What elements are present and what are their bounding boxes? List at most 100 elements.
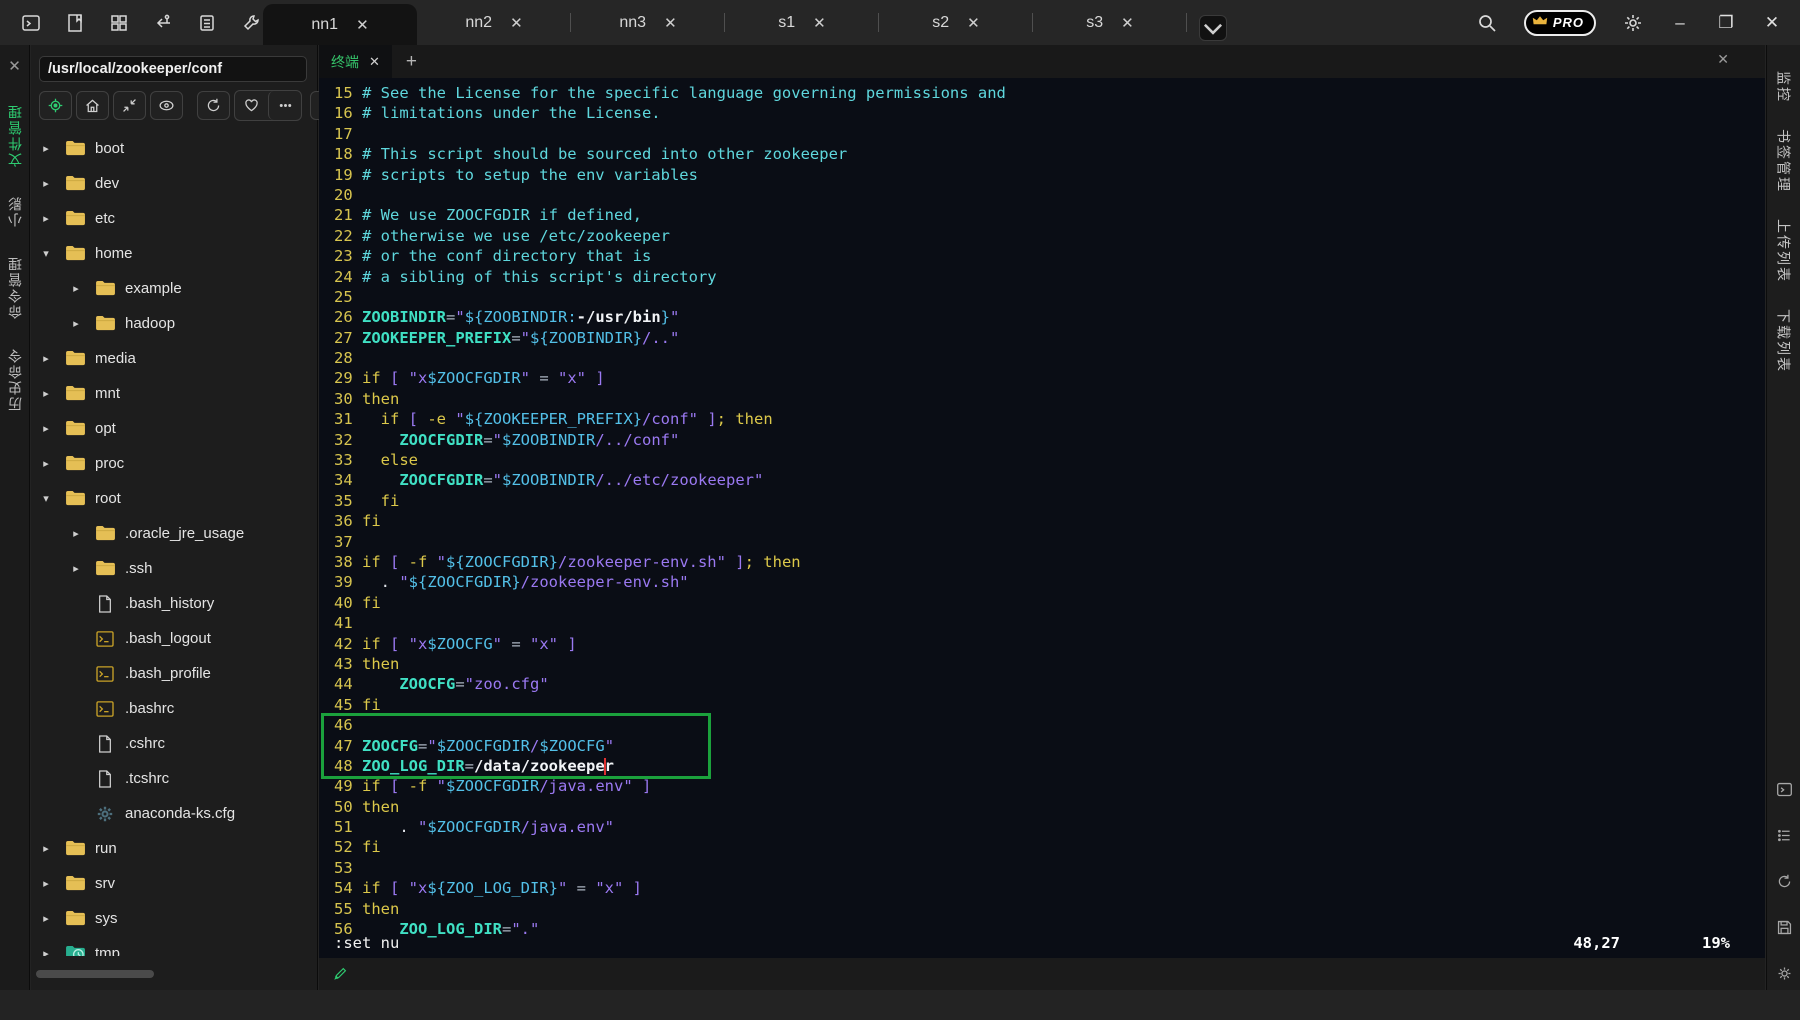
session-tab-s1[interactable]: s1 ✕ (725, 0, 879, 45)
chevron-right-icon[interactable]: ▸ (69, 562, 83, 575)
heart-button[interactable] (235, 91, 268, 120)
chevron-right-icon[interactable]: ▸ (69, 282, 83, 295)
pro-badge[interactable]: PRO (1524, 10, 1596, 36)
tree-item-label: srv (95, 875, 115, 892)
wrench-icon[interactable] (240, 12, 262, 34)
tab-close-icon[interactable]: ✕ (356, 16, 369, 34)
chevron-right-icon[interactable]: ▸ (69, 527, 83, 540)
tab-list-dropdown-button[interactable] (1199, 15, 1227, 41)
chevron-right-icon[interactable]: ▸ (39, 387, 53, 400)
tree-item-proc[interactable]: ▸ proc (31, 446, 317, 481)
settings-gear-icon[interactable] (1622, 12, 1644, 34)
refresh-icon[interactable] (1775, 872, 1793, 890)
tree-item-.bash_history[interactable]: .bash_history (31, 586, 317, 621)
tree-item-etc[interactable]: ▸ etc (31, 201, 317, 236)
right-rail-item-4[interactable]: 下载列表 (1774, 309, 1794, 373)
chevron-right-icon[interactable]: ▸ (39, 212, 53, 225)
chevron-right-icon[interactable]: ▸ (39, 947, 53, 956)
chevron-right-icon[interactable]: ▸ (39, 877, 53, 890)
tree-item-anaconda-ks.cfg[interactable]: anaconda-ks.cfg (31, 796, 317, 831)
tree-item-tmp[interactable]: ▸ tmp (31, 936, 317, 956)
session-tab-nn1[interactable]: nn1 ✕ (263, 4, 417, 45)
chevron-right-icon[interactable]: ▸ (69, 317, 83, 330)
tab-close-icon[interactable]: ✕ (813, 14, 826, 32)
tree-item-root[interactable]: ▾ root (31, 481, 317, 516)
chevron-down-icon[interactable]: ▾ (39, 492, 53, 505)
tree-item-mnt[interactable]: ▸ mnt (31, 376, 317, 411)
tree-item-.tcshrc[interactable]: .tcshrc (31, 761, 317, 796)
chevron-right-icon[interactable]: ▸ (39, 352, 53, 365)
session-tab-nn3[interactable]: nn3 ✕ (571, 0, 725, 45)
tree-item-hadoop[interactable]: ▸ hadoop (31, 306, 317, 341)
tree-item-sys[interactable]: ▸ sys (31, 901, 317, 936)
chevron-right-icon[interactable]: ▸ (39, 912, 53, 925)
new-terminal-tab-button[interactable]: + (406, 51, 417, 73)
more-button[interactable] (268, 91, 301, 120)
tree-item-home[interactable]: ▾ home (31, 236, 317, 271)
eye-button[interactable] (150, 91, 183, 120)
session-tab-s2[interactable]: s2 ✕ (879, 0, 1033, 45)
layout-grid-icon[interactable] (108, 12, 130, 34)
tree-item-srv[interactable]: ▸ srv (31, 866, 317, 901)
collapse-diagonal-button[interactable] (113, 91, 146, 120)
branch-icon[interactable] (152, 12, 174, 34)
save-icon[interactable] (1775, 918, 1793, 936)
gear-icon[interactable] (1775, 964, 1793, 982)
tree-item-dev[interactable]: ▸ dev (31, 166, 317, 201)
left-rail-item-1[interactable]: 文件管理 (5, 103, 25, 167)
tree-item-.oracle_jre_usage[interactable]: ▸ .oracle_jre_usage (31, 516, 317, 551)
code-line-31: 31 if [ -e "${ZOOKEEPER_PREFIX}/conf" ];… (334, 409, 1765, 429)
favorite-more-group (234, 90, 302, 121)
horizontal-scrollbar[interactable] (36, 970, 154, 978)
chevron-right-icon[interactable]: ▸ (39, 177, 53, 190)
close-button[interactable]: ✕ (1762, 13, 1782, 33)
session-tab-s3[interactable]: s3 ✕ (1033, 0, 1187, 45)
tab-close-icon[interactable]: ✕ (664, 14, 677, 32)
minimize-button[interactable]: – (1670, 13, 1690, 33)
refresh-button[interactable] (197, 91, 230, 120)
tree-item-.bash_logout[interactable]: .bash_logout (31, 621, 317, 656)
session-tab-nn2[interactable]: nn2 ✕ (417, 0, 571, 45)
tab-close-icon[interactable]: ✕ (1121, 14, 1134, 32)
terminal-icon[interactable] (20, 12, 42, 34)
tree-item-label: hadoop (125, 315, 175, 332)
tree-item-boot[interactable]: ▸ boot (31, 131, 317, 166)
chevron-right-icon[interactable]: ▸ (39, 457, 53, 470)
right-rail-item-1[interactable]: 监控 (1774, 71, 1794, 103)
chevron-right-icon[interactable]: ▸ (39, 142, 53, 155)
tree-item-media[interactable]: ▸ media (31, 341, 317, 376)
terminal-icon[interactable] (1775, 780, 1793, 798)
tree-item-example[interactable]: ▸ example (31, 271, 317, 306)
terminal-input-strip[interactable] (319, 958, 1765, 990)
terminal-tab[interactable]: 终端 ✕ (319, 45, 392, 78)
tree-item-.cshrc[interactable]: .cshrc (31, 726, 317, 761)
chevron-right-icon[interactable]: ▸ (39, 422, 53, 435)
file-bookmark-icon[interactable] (64, 12, 86, 34)
left-rail-item-2[interactable]: 小影 (5, 195, 25, 227)
terminal-panel-close-icon[interactable]: ✕ (1717, 51, 1729, 68)
home-button[interactable] (76, 91, 109, 120)
right-rail-item-2[interactable]: 书签管理 (1774, 129, 1794, 193)
code-line-51: 51 . "$ZOOCFGDIR/java.env" (334, 817, 1765, 837)
locate-target-button[interactable] (39, 91, 72, 120)
list-icon[interactable] (1775, 826, 1793, 844)
tree-item-.bash_profile[interactable]: .bash_profile (31, 656, 317, 691)
tab-close-icon[interactable]: ✕ (967, 14, 980, 32)
terminal-tab-close-icon[interactable]: ✕ (369, 54, 380, 70)
left-rail-item-3[interactable]: 命令管理 (5, 255, 25, 319)
left-rail-item-4[interactable]: 历史命令 (5, 347, 25, 411)
search-icon[interactable] (1476, 12, 1498, 34)
chevron-down-icon[interactable]: ▾ (39, 247, 53, 260)
vim-editor[interactable]: 15 # See the License for the specific la… (319, 78, 1765, 958)
tree-item-opt[interactable]: ▸ opt (31, 411, 317, 446)
tree-item-.bashrc[interactable]: .bashrc (31, 691, 317, 726)
tab-close-icon[interactable]: ✕ (510, 14, 523, 32)
chevron-right-icon[interactable]: ▸ (39, 842, 53, 855)
maximize-button[interactable]: ❐ (1716, 13, 1736, 33)
tree-item-.ssh[interactable]: ▸ .ssh (31, 551, 317, 586)
tree-item-run[interactable]: ▸ run (31, 831, 317, 866)
panel-close-icon[interactable]: ✕ (0, 57, 29, 75)
right-rail-item-3[interactable]: 上传列表 (1774, 219, 1794, 283)
path-input[interactable] (40, 61, 306, 77)
server-list-icon[interactable] (196, 12, 218, 34)
